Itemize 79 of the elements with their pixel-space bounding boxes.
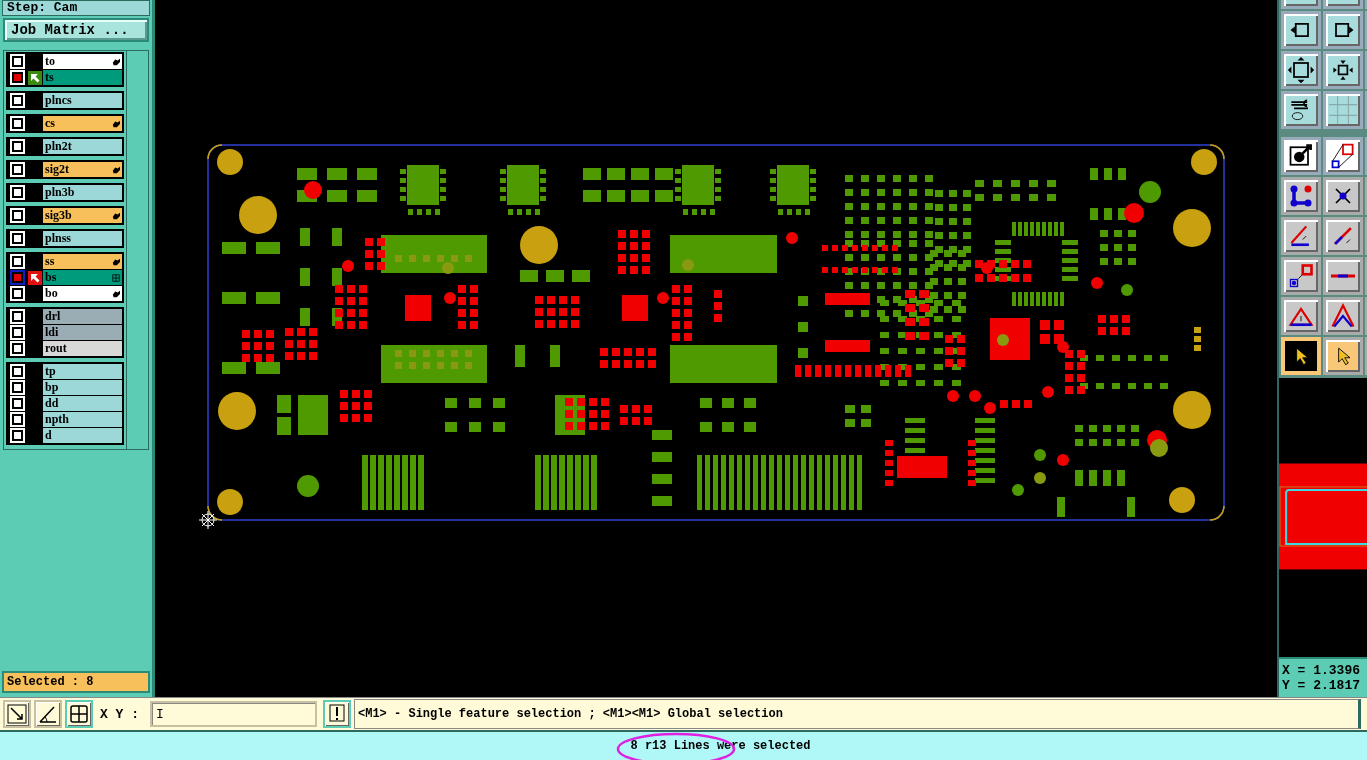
- layer-name[interactable]: pln3b: [43, 185, 122, 200]
- job-matrix-button[interactable]: Job Matrix ...: [3, 18, 149, 42]
- layer-name[interactable]: rout: [43, 341, 122, 356]
- arrow-icon[interactable]: [28, 270, 42, 285]
- tool-button[interactable]: [1323, 257, 1363, 295]
- tool-button[interactable]: [1281, 137, 1321, 175]
- layer-checkbox[interactable]: [12, 56, 23, 67]
- layer-checkbox[interactable]: [12, 256, 23, 267]
- zoom-diagonal-button[interactable]: [3, 700, 31, 728]
- layer-checkbox[interactable]: [12, 118, 23, 129]
- layer-name[interactable]: npth: [43, 412, 122, 427]
- layer-name[interactable]: pln2t: [43, 139, 122, 154]
- layer-name[interactable]: bo: [43, 286, 122, 301]
- line-icon: [1330, 273, 1356, 279]
- tool-button[interactable]: [1323, 11, 1363, 49]
- tool-button[interactable]: [1281, 177, 1321, 215]
- zoom-fit-icon: [1287, 56, 1315, 84]
- layer-checkbox[interactable]: [12, 382, 23, 393]
- layer-name[interactable]: ldi: [43, 325, 122, 340]
- squares-icon: [1329, 142, 1357, 170]
- layer-checkbox[interactable]: [12, 311, 23, 322]
- tool-button[interactable]: [1323, 177, 1363, 215]
- layer-checkbox[interactable]: [12, 72, 23, 83]
- layer-checkbox[interactable]: [12, 95, 23, 106]
- tool-button[interactable]: [1323, 51, 1363, 89]
- angle-icon: [38, 704, 58, 724]
- layer-checkbox[interactable]: [12, 343, 23, 354]
- layer-name[interactable]: d: [43, 428, 122, 443]
- layer-name[interactable]: sig2t: [43, 162, 122, 177]
- layer-checkbox[interactable]: [12, 272, 23, 283]
- layer-checkbox[interactable]: [12, 288, 23, 299]
- layer-checkbox[interactable]: [12, 141, 23, 152]
- layer-checkbox[interactable]: [12, 327, 23, 338]
- selected-count: Selected : 8: [2, 671, 150, 693]
- tool-button[interactable]: [1281, 217, 1321, 255]
- layer-name[interactable]: drl: [43, 309, 122, 324]
- tool-button[interactable]: [1281, 51, 1321, 89]
- grid-button[interactable]: [65, 700, 93, 728]
- layer-name[interactable]: plnss: [43, 231, 122, 246]
- layer-name[interactable]: cs: [43, 116, 122, 131]
- layer-checkbox[interactable]: [12, 210, 23, 221]
- layer-checkbox[interactable]: [12, 398, 23, 409]
- layer-name[interactable]: ts: [43, 70, 122, 85]
- layer-name[interactable]: ss: [43, 254, 122, 269]
- layer-checkbox[interactable]: [12, 164, 23, 175]
- exclamation-button[interactable]: [323, 700, 351, 728]
- layer-name[interactable]: sig3b: [43, 208, 122, 223]
- tool-button[interactable]: [1281, 91, 1321, 129]
- tool-button[interactable]: [1323, 137, 1363, 175]
- layer-name[interactable]: dd: [43, 396, 122, 411]
- tool-button[interactable]: [1281, 297, 1321, 335]
- origin-icon: [198, 510, 218, 530]
- tool-button[interactable]: [1281, 337, 1321, 375]
- layer-name[interactable]: to: [43, 54, 122, 69]
- step-label: Step: Cam: [2, 0, 150, 16]
- xy-label: X Y :: [100, 706, 139, 722]
- squares-icon: [1287, 262, 1315, 290]
- tool-button[interactable]: [1281, 257, 1321, 295]
- alert-icon: [329, 703, 345, 722]
- layer-checkbox[interactable]: [12, 233, 23, 244]
- xy-input-field[interactable]: I: [150, 701, 317, 727]
- grid-icon: [70, 705, 88, 723]
- layer-name[interactable]: bp: [43, 380, 122, 395]
- angle-measure-button[interactable]: [34, 700, 62, 728]
- layer-name[interactable]: bs: [43, 270, 122, 285]
- grid-icon: [1329, 96, 1357, 124]
- chevron-icon: [1329, 302, 1357, 330]
- tool-button[interactable]: [1281, 11, 1321, 49]
- layer-name[interactable]: plncs: [43, 93, 122, 108]
- x-coordinate: X = 1.3396: [1282, 663, 1361, 678]
- layer-checkbox[interactable]: [12, 430, 23, 441]
- y-coordinate: Y = 2.1817: [1282, 678, 1361, 693]
- tool-button[interactable]: [1323, 337, 1363, 375]
- layer-checkbox[interactable]: [12, 187, 23, 198]
- layer-checkbox[interactable]: [12, 414, 23, 425]
- arrow-icon[interactable]: [28, 70, 42, 85]
- tool-button[interactable]: [1323, 297, 1363, 335]
- layer-name[interactable]: tp: [43, 364, 122, 379]
- layer-checkbox[interactable]: [12, 366, 23, 377]
